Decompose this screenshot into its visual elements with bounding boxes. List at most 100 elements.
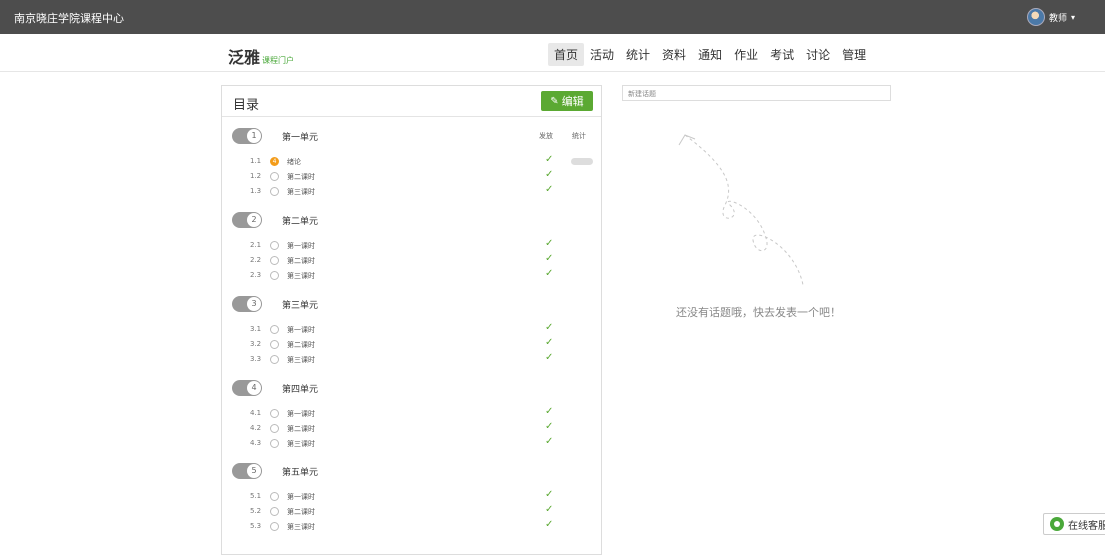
unit-toggle[interactable]: 1 xyxy=(232,128,262,144)
nav-item[interactable]: 讨论 xyxy=(800,43,836,66)
lesson-row[interactable]: 2.1 第一课时 ✓ xyxy=(232,238,592,253)
nav-item[interactable]: 活动 xyxy=(584,43,620,66)
lesson-status-dot xyxy=(270,507,279,516)
check-icon: ✓ xyxy=(545,406,554,417)
brand: 泛雅 课程门户 xyxy=(228,44,294,68)
unit-row[interactable]: 3 第三单元 xyxy=(232,296,592,314)
lesson-status-dot xyxy=(270,355,279,364)
catalog-panel: 目录 ✎ 编辑 1 第一单元 发放 统计 1.1 4 绪论 ✓ 1.2 第二课时 ✓ 1.3 第三课时 ✓… xyxy=(221,85,602,555)
nav-item[interactable]: 首页 xyxy=(548,43,585,66)
lesson-row[interactable]: 1.2 第二课时 ✓ xyxy=(232,169,592,184)
lesson-row[interactable]: 4.3 第三课时 ✓ xyxy=(232,436,592,451)
unit-toggle[interactable]: 5 xyxy=(232,463,262,479)
lesson-number: 5.3 xyxy=(250,522,262,530)
unit-name: 第四单元 xyxy=(282,385,319,395)
lesson-name[interactable]: 第二课时 xyxy=(287,256,315,266)
unit-section: 1 第一单元 发放 统计 1.1 4 绪论 ✓ 1.2 第二课时 ✓ 1.3 第三课时 ✓ xyxy=(232,128,593,199)
lesson-number: 4.1 xyxy=(250,409,262,417)
top-bar: 南京晓庄学院课程中心 教师 ▾ xyxy=(0,0,1105,34)
lesson-name[interactable]: 第三课时 xyxy=(287,522,315,532)
lesson-name[interactable]: 第二课时 xyxy=(287,340,315,350)
unit-toggle[interactable]: 2 xyxy=(232,212,262,228)
unit-row[interactable]: 4 第四单元 xyxy=(232,380,592,398)
edit-button[interactable]: ✎ 编辑 xyxy=(541,91,593,111)
lesson-row[interactable]: 2.3 第三课时 ✓ xyxy=(232,268,592,283)
lesson-row[interactable]: 3.2 第二课时 ✓ xyxy=(232,337,592,352)
lesson-row[interactable]: 4.1 第一课时 ✓ xyxy=(232,406,592,421)
unit-row[interactable]: 5 第五单元 xyxy=(232,463,592,481)
check-icon: ✓ xyxy=(545,322,554,333)
lesson-name[interactable]: 第一课时 xyxy=(287,325,315,335)
lesson-status-dot xyxy=(270,325,279,334)
lesson-status-dot: 4 xyxy=(270,157,279,166)
check-icon: ✓ xyxy=(545,268,554,279)
user-menu[interactable]: 教师 ▾ xyxy=(1026,8,1075,26)
nav-item[interactable]: 统计 xyxy=(620,43,656,66)
unit-number: 2 xyxy=(247,213,261,227)
lesson-name[interactable]: 第一课时 xyxy=(287,241,315,251)
lesson-name[interactable]: 第三课时 xyxy=(287,271,315,281)
lesson-name[interactable]: 第一课时 xyxy=(287,492,315,502)
stat-bar[interactable] xyxy=(571,158,593,165)
lesson-row[interactable]: 1.3 第三课时 ✓ xyxy=(232,184,592,199)
lesson-name[interactable]: 第三课时 xyxy=(287,187,315,197)
lesson-row[interactable]: 1.1 4 绪论 ✓ xyxy=(232,154,593,169)
check-icon: ✓ xyxy=(545,352,554,363)
check-icon: ✓ xyxy=(545,519,554,530)
unit-row[interactable]: 2 第二单元 xyxy=(232,212,592,230)
lesson-status-dot xyxy=(270,522,279,531)
unit-section: 5 第五单元 5.1 第一课时 ✓ 5.2 第二课时 ✓ 5.3 第三课时 ✓ xyxy=(232,463,592,534)
online-support-button[interactable]: 在线客服 xyxy=(1043,513,1105,535)
lesson-row[interactable]: 5.2 第二课时 ✓ xyxy=(232,504,592,519)
nav-item[interactable]: 管理 xyxy=(836,43,872,66)
nav-item[interactable]: 考试 xyxy=(764,43,800,66)
lesson-name[interactable]: 第一课时 xyxy=(287,409,315,419)
course-header: 泛雅 课程门户 首页 活动 统计 资料 通知 作业 考试 讨论 管理 xyxy=(0,34,1105,72)
lesson-row[interactable]: 5.3 第三课时 ✓ xyxy=(232,519,592,534)
lesson-name[interactable]: 第二课时 xyxy=(287,424,315,434)
pencil-icon: ✎ xyxy=(550,95,559,107)
unit-number: 1 xyxy=(247,129,261,143)
lesson-name[interactable]: 第二课时 xyxy=(287,172,315,182)
unit-number: 5 xyxy=(247,464,261,478)
lesson-name[interactable]: 绪论 xyxy=(287,157,301,167)
nav-item[interactable]: 资料 xyxy=(656,43,692,66)
lesson-row[interactable]: 2.2 第二课时 ✓ xyxy=(232,253,592,268)
lesson-name[interactable]: 第二课时 xyxy=(287,507,315,517)
lesson-row[interactable]: 4.2 第二课时 ✓ xyxy=(232,421,592,436)
lesson-number: 5.2 xyxy=(250,507,262,515)
lesson-row[interactable]: 3.1 第一课时 ✓ xyxy=(232,322,592,337)
check-icon: ✓ xyxy=(545,421,554,432)
unit-section: 4 第四单元 4.1 第一课时 ✓ 4.2 第二课时 ✓ 4.3 第三课时 ✓ xyxy=(232,380,592,451)
unit-name: 第二单元 xyxy=(282,217,319,227)
lesson-status-dot xyxy=(270,172,279,181)
check-icon: ✓ xyxy=(545,184,554,195)
unit-toggle[interactable]: 3 xyxy=(232,296,262,312)
check-icon: ✓ xyxy=(545,489,554,500)
nav-item[interactable]: 作业 xyxy=(728,43,764,66)
lesson-number: 2.1 xyxy=(250,241,262,249)
brand-name: 泛雅 xyxy=(228,48,261,67)
lesson-row[interactable]: 3.3 第三课时 ✓ xyxy=(232,352,592,367)
lesson-status-dot xyxy=(270,256,279,265)
unit-toggle[interactable]: 4 xyxy=(232,380,262,396)
unit-section: 3 第三单元 3.1 第一课时 ✓ 3.2 第二课时 ✓ 3.3 第三课时 ✓ xyxy=(232,296,592,367)
check-icon: ✓ xyxy=(545,337,554,348)
nav-item[interactable]: 通知 xyxy=(692,43,728,66)
site-title[interactable]: 南京晓庄学院课程中心 xyxy=(14,10,124,26)
new-topic-input[interactable]: 新建话题 xyxy=(622,85,891,101)
check-icon: ✓ xyxy=(545,504,554,515)
avatar[interactable] xyxy=(1026,8,1045,26)
check-icon: ✓ xyxy=(545,436,554,447)
lesson-name[interactable]: 第三课时 xyxy=(287,355,315,365)
brand-subtitle: 课程门户 xyxy=(262,56,295,65)
check-icon: ✓ xyxy=(545,238,554,249)
lesson-number: 5.1 xyxy=(250,492,262,500)
chevron-down-icon[interactable]: ▾ xyxy=(1071,13,1075,22)
unit-name: 第五单元 xyxy=(282,468,319,478)
unit-row[interactable]: 1 第一单元 发放 统计 xyxy=(232,128,592,146)
user-name[interactable]: 教师 xyxy=(1049,11,1067,24)
lesson-status-dot xyxy=(270,241,279,250)
lesson-row[interactable]: 5.1 第一课时 ✓ xyxy=(232,489,592,504)
lesson-name[interactable]: 第三课时 xyxy=(287,439,315,449)
